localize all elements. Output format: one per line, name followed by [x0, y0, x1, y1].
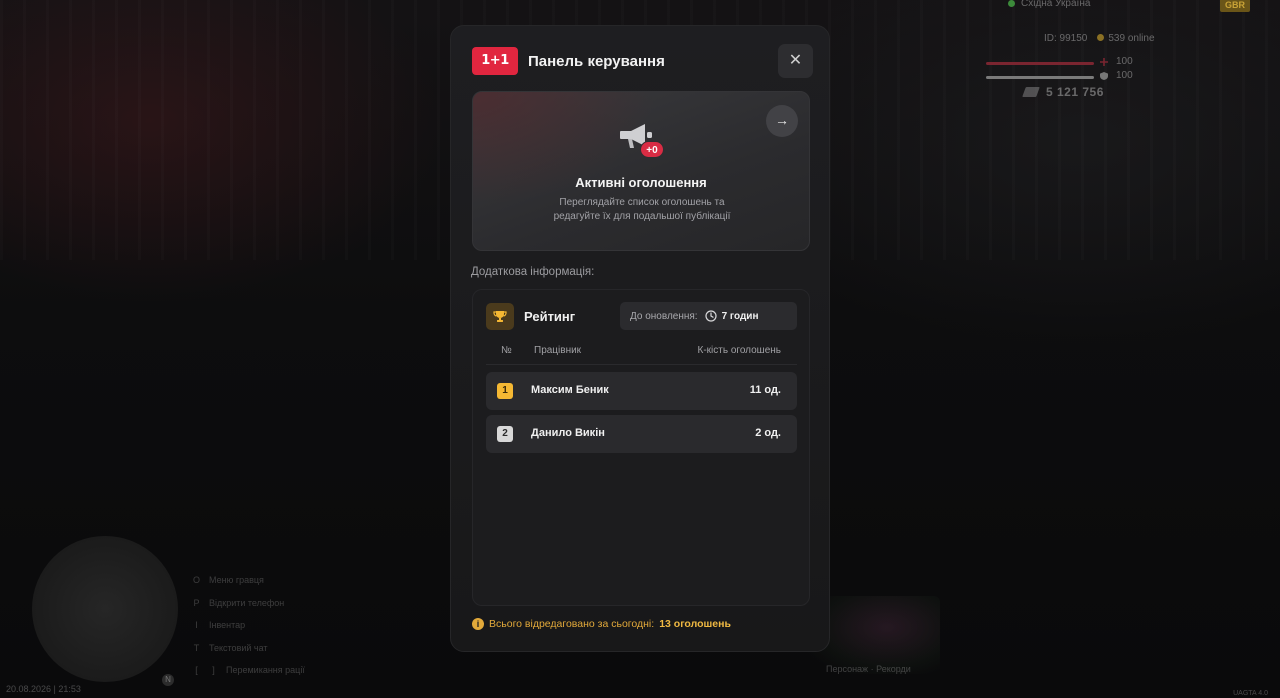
hint-key: [ — [195, 665, 198, 676]
summary-value: 13 оголошень — [659, 618, 731, 630]
column-employee: Працівник — [534, 345, 582, 356]
hint-label: Перемикання рації — [226, 665, 305, 676]
online-count-label: 539 online — [1108, 33, 1155, 44]
hint-radio: [] Перемикання рації — [192, 659, 305, 682]
hud-top-panel: Східна Україна GBR ID: 99150 539 online … — [986, 0, 1258, 100]
hint-chat: T Текстовий чат — [192, 637, 305, 660]
control-panel-modal: 1+1 Панель керування ✕ → +0 Активні огол… — [450, 25, 830, 652]
promo-label: Персонаж · Рекорди — [826, 664, 911, 674]
ad-count: 2 од. — [755, 427, 781, 439]
update-timer: До оновлення: 7 годин — [620, 302, 797, 330]
rating-title: Рейтинг — [524, 309, 576, 324]
hint-key-2: ] — [212, 665, 215, 676]
column-ad-count: К-кість оголошень — [697, 345, 781, 356]
player-id: ID: 99150 — [1044, 33, 1088, 44]
health-value: 100 — [1116, 56, 1133, 67]
keybind-hints: O Меню гравця P Відкрити телефон I Інвентар… — [192, 569, 305, 682]
modal-title: Панель керування — [528, 52, 665, 70]
armor-icon — [1100, 72, 1108, 80]
daily-summary: i Всього відредаговано за сьогодні: 13 о… — [472, 618, 731, 630]
rank-badge: 1 — [497, 383, 513, 399]
minimap — [32, 536, 178, 682]
server-logo: GBR — [1220, 0, 1250, 12]
trophy-badge — [486, 303, 514, 330]
info-icon: i — [472, 618, 484, 630]
ad-count: 11 од. — [749, 384, 781, 396]
datetime: 20.08.2026 | 21:53 — [6, 684, 81, 694]
hint-label: Текстовий чат — [209, 642, 268, 653]
hint-label: Меню гравця — [209, 575, 264, 586]
update-value: 7 годин — [721, 310, 759, 322]
clock-icon — [704, 310, 717, 322]
rating-card: Рейтинг До оновлення: 7 годин № Працівни… — [472, 289, 810, 606]
online-count: 539 online — [1097, 33, 1155, 44]
hint-key: T — [193, 642, 200, 653]
extra-info-label: Додаткова інформація: — [471, 266, 595, 278]
hint-label: Відкрити телефон — [209, 597, 285, 608]
map-north-marker: N — [162, 674, 174, 686]
modal-header: 1+1 Панель керування — [472, 47, 665, 75]
close-button[interactable]: ✕ — [778, 44, 813, 78]
hud-region: Східна Україна — [1008, 0, 1090, 9]
ads-card-title: Активні оголошення — [575, 175, 707, 190]
table-row: 1 Максим Беник 11 од. — [486, 372, 797, 410]
region-status-icon — [1008, 0, 1015, 7]
rating-table-header: № Працівник К-кість оголошень — [486, 343, 797, 365]
game-version: UAGTA 4.0 — [1233, 690, 1268, 697]
armor-bar — [986, 76, 1094, 79]
hint-key: O — [192, 575, 200, 586]
ads-icon-group: +0 — [620, 122, 666, 162]
update-label: До оновлення: — [630, 310, 698, 322]
rank-badge: 2 — [497, 426, 513, 442]
active-ads-card[interactable]: → +0 Активні оголошення Переглядайте спи… — [472, 91, 810, 251]
brand-logo: 1+1 — [472, 47, 518, 75]
hint-key: I — [195, 620, 198, 631]
hint-phone: P Відкрити телефон — [192, 592, 305, 615]
arrow-right-icon[interactable]: → — [766, 105, 798, 137]
ads-count-badge: +0 — [640, 141, 664, 158]
health-icon — [1100, 58, 1108, 66]
summary-label: Всього відредаговано за сьогодні: — [489, 618, 655, 630]
money-value: 5 121 756 — [1046, 85, 1104, 99]
health-bar — [986, 62, 1094, 65]
money-display: 5 121 756 — [1022, 85, 1104, 99]
employee-name: Данило Викін — [531, 427, 605, 439]
online-icon — [1097, 34, 1105, 41]
hud-ids: ID: 99150 539 online — [1044, 33, 1155, 44]
ads-card-description: Переглядайте список оголошень та редагуй… — [553, 197, 731, 222]
armor-value: 100 — [1116, 70, 1133, 81]
column-number: № — [501, 345, 512, 356]
hint-inventory: I Інвентар — [192, 614, 305, 637]
employee-name: Максим Беник — [531, 384, 609, 396]
hint-player-menu: O Меню гравця — [192, 569, 305, 592]
hint-label: Інвентар — [209, 620, 246, 631]
money-icon — [1022, 87, 1040, 97]
trophy-icon — [493, 311, 507, 322]
table-row: 2 Данило Викін 2 од. — [486, 415, 797, 453]
hud-region-label: Східна Україна — [1021, 0, 1091, 9]
hint-key: P — [193, 597, 200, 608]
